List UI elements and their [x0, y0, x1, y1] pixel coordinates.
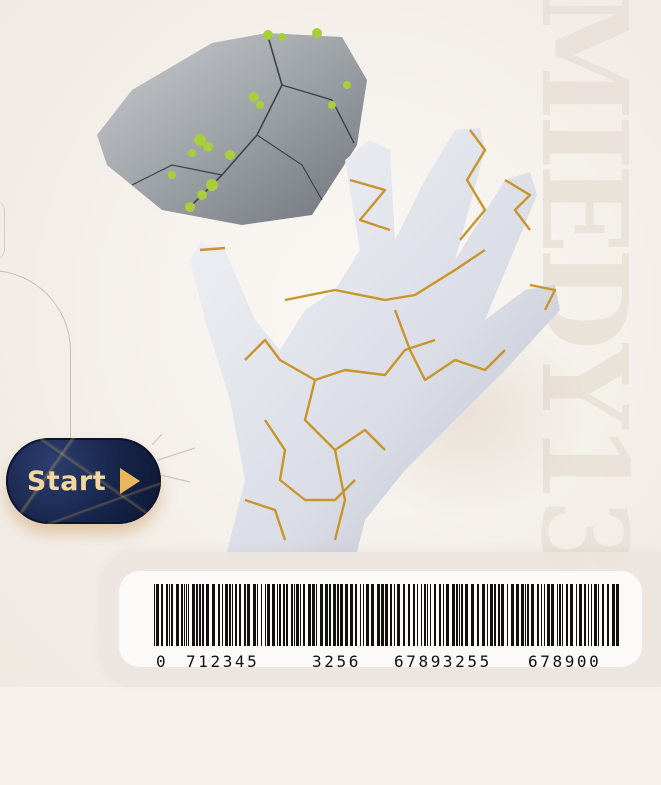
barcode-digit-group: 678900	[528, 652, 602, 671]
barcode-digits: 0 712345 3256 67893255 678900	[156, 652, 636, 672]
barcode-bars	[154, 584, 619, 646]
barcode-digit-group: 3256	[312, 652, 361, 671]
barcode-digit-group: 712345	[186, 652, 260, 671]
start-button-label: Start	[26, 465, 107, 497]
kintsugi-hand-sculpture	[190, 128, 560, 560]
barcode-digit-group: 0	[156, 652, 169, 671]
barcode-digit-group: 67893255	[394, 652, 492, 671]
barcode-card: 0 712345 3256 67893255 678900	[100, 552, 661, 687]
decorative-arc-small	[0, 200, 5, 260]
start-button[interactable]: Start	[6, 438, 161, 524]
barcode-panel: 0 712345 3256 67893255 678900	[118, 570, 643, 671]
play-arrow-icon	[120, 468, 141, 494]
